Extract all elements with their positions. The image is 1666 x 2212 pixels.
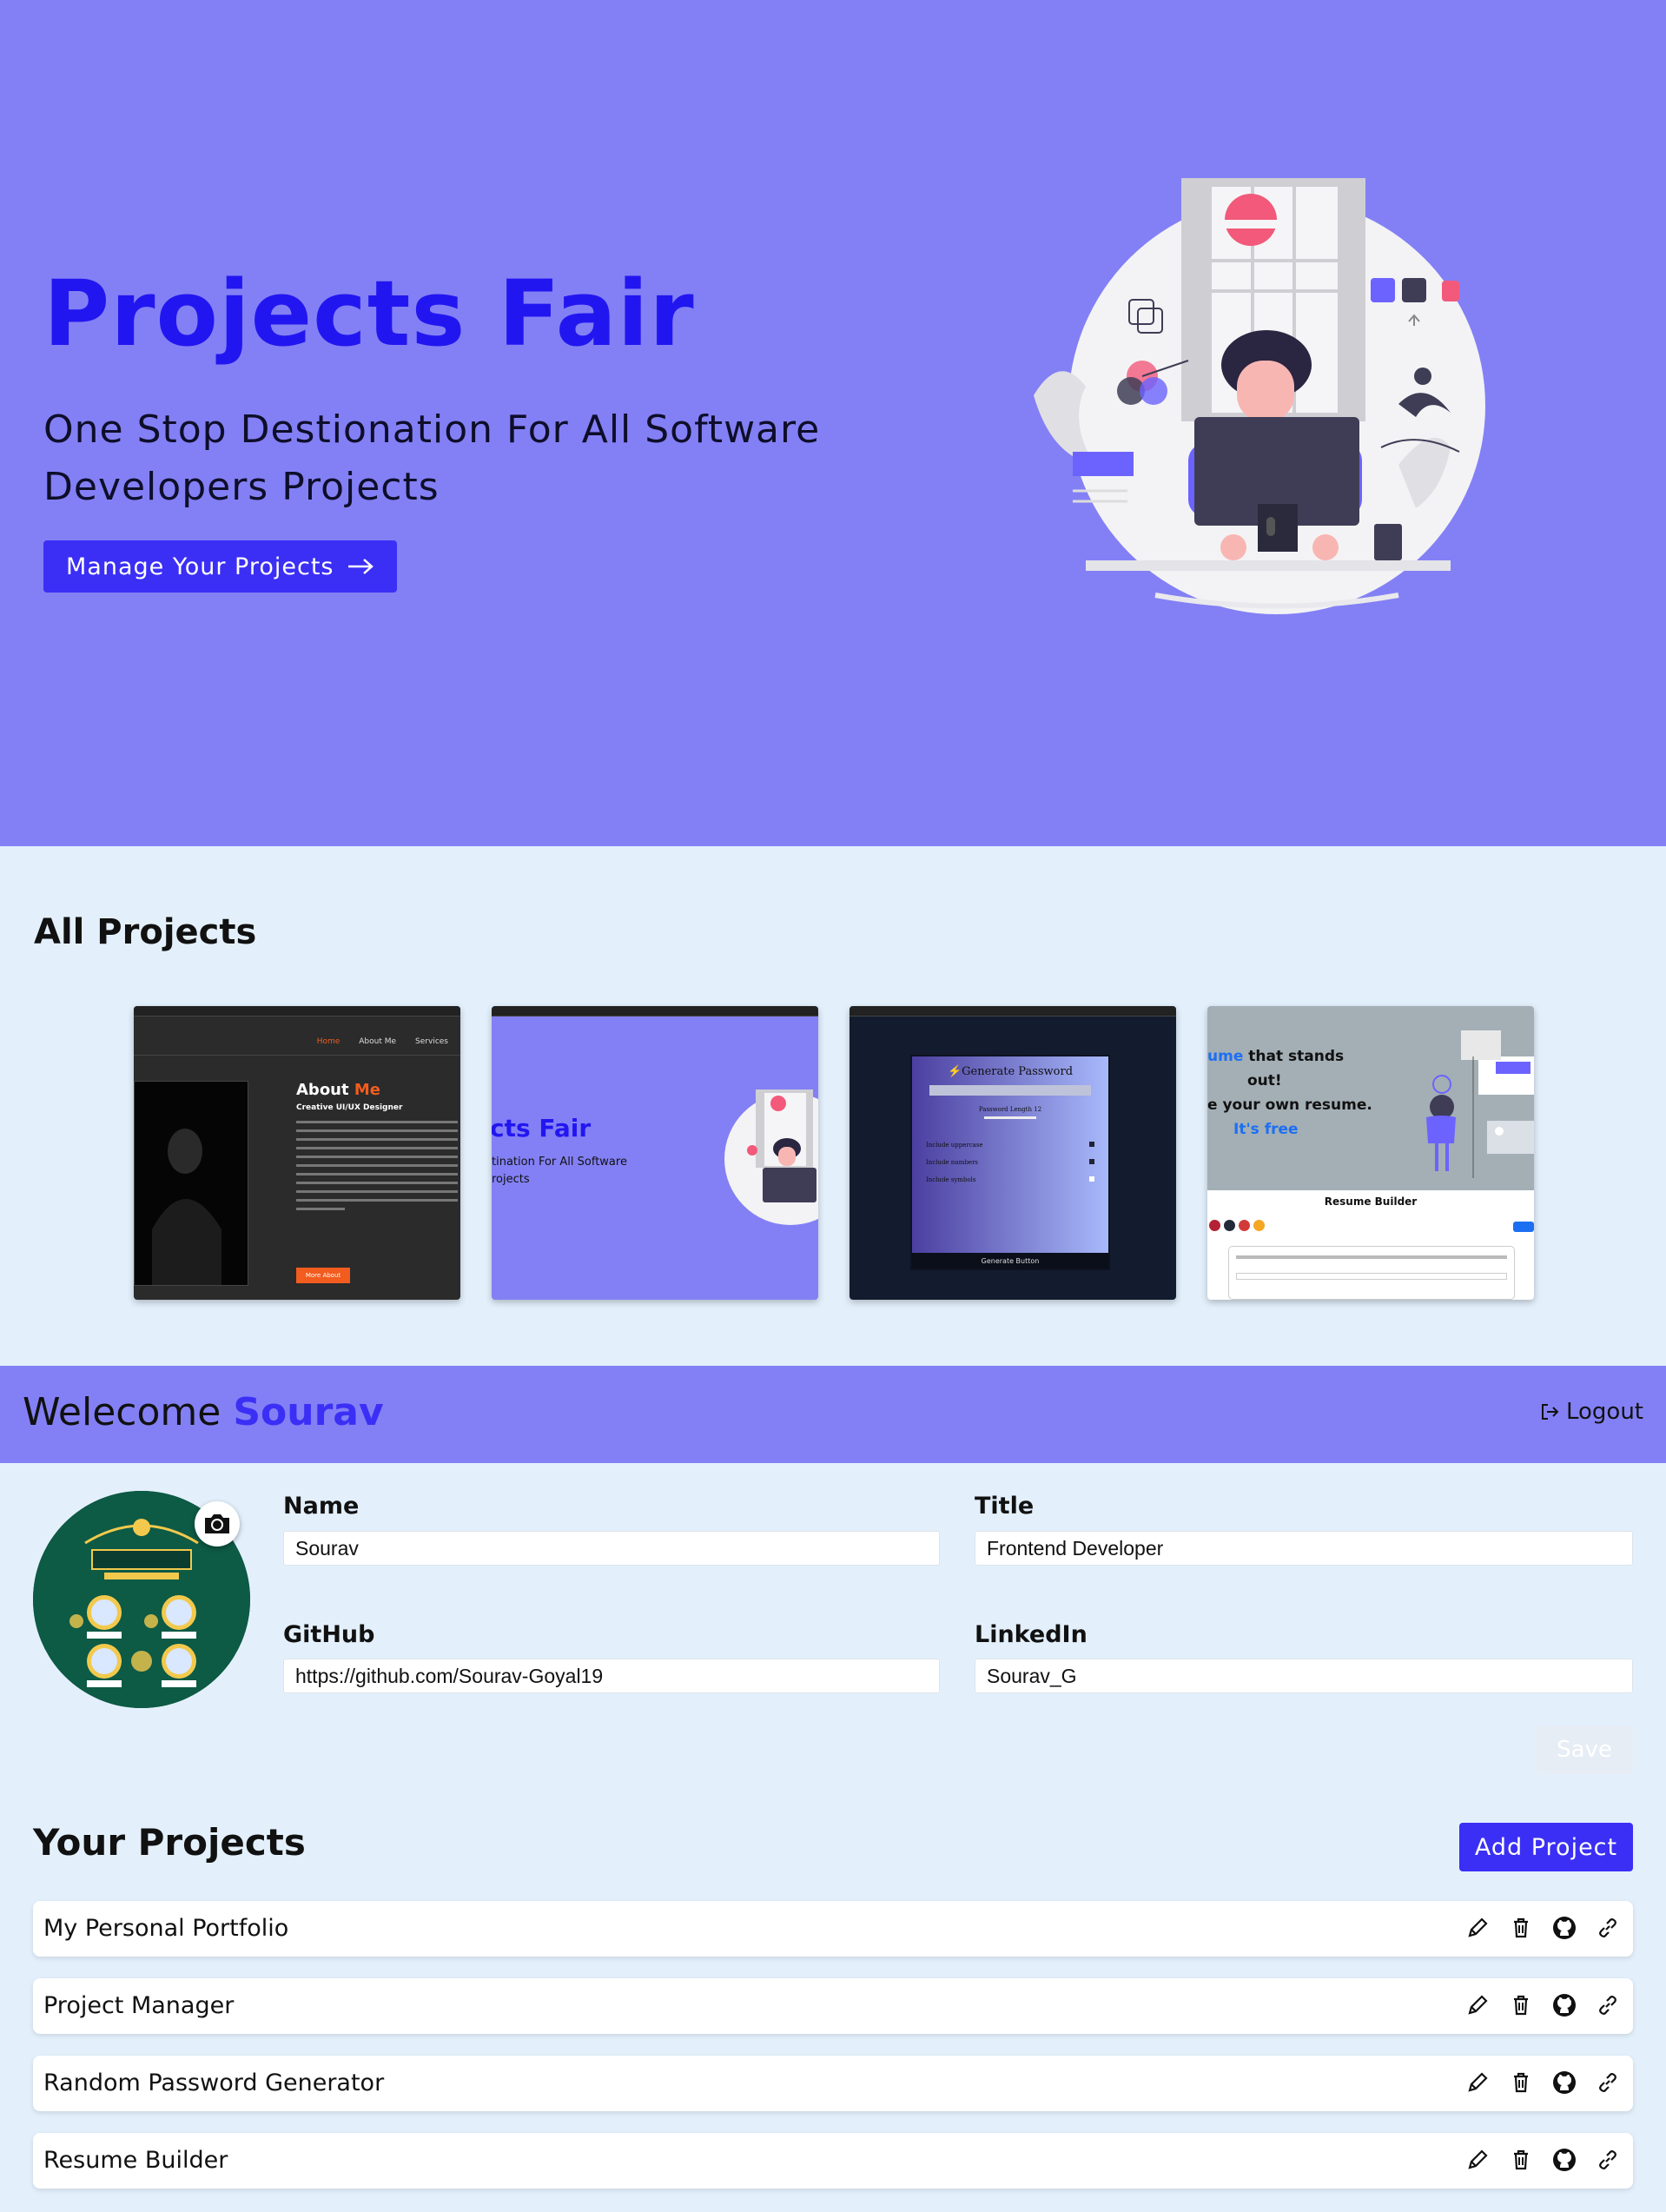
github-icon[interactable]	[1551, 1915, 1577, 1941]
thumb-options: Include uppercase Include numbers Includ…	[926, 1142, 1094, 1183]
edit-pencil-icon[interactable]	[1464, 1992, 1491, 2018]
github-icon[interactable]	[1551, 2147, 1577, 2173]
thumb-nav: Home About Me Services	[317, 1037, 448, 1046]
thumb-fair-title: cts Fair	[492, 1114, 592, 1142]
thumb-nav-item: Home	[316, 1037, 340, 1046]
thumb-fair-subtitle-2: rojects	[492, 1173, 530, 1186]
edit-pencil-icon[interactable]	[1464, 2070, 1491, 2096]
thumb-resume-accent: ume	[1207, 1048, 1244, 1065]
linkedin-label: LinkedIn	[975, 1621, 1088, 1648]
link-icon[interactable]	[1595, 1915, 1621, 1941]
thumb-resume-line4: It's free	[1233, 1121, 1299, 1138]
project-card-resume-builder[interactable]: ume that stands out! e your own resume. …	[1207, 1006, 1534, 1300]
github-icon[interactable]	[1551, 2070, 1577, 2096]
project-name: Project Manager	[43, 1992, 235, 2019]
project-card-portfolio[interactable]: Home About Me Services About Me Creative…	[134, 1006, 460, 1300]
thumb-resume-text: that stands	[1243, 1048, 1345, 1065]
change-photo-button[interactable]	[195, 1501, 240, 1546]
thumb-color-swatches	[1209, 1220, 1265, 1231]
thumb-about-text: About	[296, 1081, 349, 1099]
add-project-button[interactable]: Add Project	[1459, 1823, 1633, 1871]
project-actions	[1464, 2147, 1621, 2173]
hero-subtitle: One Stop Destionation For All Software D…	[43, 407, 821, 509]
hero-section: Projects Fair One Stop Destionation For …	[0, 0, 1666, 846]
thumb-about-heading: About Me	[296, 1081, 380, 1099]
link-icon[interactable]	[1595, 2147, 1621, 2173]
thumb-resume-section-title: Resume Builder	[1324, 1195, 1418, 1208]
project-row: Resume Builder	[33, 2133, 1633, 2189]
thumb-about-paragraph	[296, 1121, 458, 1210]
thumb-fair-subtitle: tination For All Software	[492, 1156, 627, 1169]
browser-bar	[850, 1006, 1176, 1017]
thumb-more-about-button: More About	[296, 1268, 350, 1283]
delete-trash-icon[interactable]	[1508, 1915, 1534, 1941]
project-name: Random Password Generator	[43, 2070, 385, 2096]
thumb-about-subheading: Creative UI/UX Designer	[296, 1103, 403, 1112]
thumb-option-label: Include uppercase	[926, 1142, 983, 1149]
manage-projects-button[interactable]: Manage Your Projects	[43, 540, 397, 593]
thumb-password-output	[929, 1085, 1091, 1096]
github-input[interactable]	[283, 1659, 940, 1693]
project-card-projects-fair[interactable]: cts Fair tination For All Software rojec…	[492, 1006, 818, 1300]
your-projects-heading: Your Projects	[33, 1821, 306, 1864]
project-card-password-generator[interactable]: ⚡Generate Password Password Length 12 In…	[850, 1006, 1176, 1300]
thumb-option-label: Include symbols	[926, 1176, 976, 1183]
delete-trash-icon[interactable]	[1508, 2070, 1534, 2096]
welcome-greeting: Welecome	[23, 1390, 221, 1434]
title-input[interactable]	[975, 1531, 1633, 1566]
project-row: Random Password Generator	[33, 2056, 1633, 2111]
welcome-user-name: Sourav	[233, 1390, 384, 1434]
thumb-fair-illustration	[724, 1089, 818, 1225]
hero-title: Projects Fair	[43, 261, 695, 367]
manage-projects-label: Manage Your Projects	[66, 553, 334, 580]
edit-pencil-icon[interactable]	[1464, 1915, 1491, 1941]
thumb-generator-heading: ⚡Generate Password	[947, 1065, 1074, 1078]
github-label: GitHub	[283, 1621, 375, 1648]
browser-bar	[134, 1006, 460, 1017]
thumb-length-label: Password Length 12	[978, 1106, 1042, 1113]
project-name: My Personal Portfolio	[43, 1915, 289, 1942]
save-button[interactable]: Save	[1536, 1725, 1633, 1774]
thumb-resume-line2: out!	[1247, 1072, 1282, 1089]
project-row: My Personal Portfolio	[33, 1901, 1633, 1957]
thumb-resume-line3: e your own resume.	[1207, 1096, 1372, 1114]
logout-button[interactable]: Logout	[1540, 1399, 1643, 1425]
name-label: Name	[283, 1493, 360, 1520]
thumb-about-accent: Me	[354, 1081, 381, 1099]
logout-icon	[1541, 1404, 1559, 1420]
thumb-nav-item: About Me	[359, 1037, 397, 1046]
delete-trash-icon[interactable]	[1508, 2147, 1534, 2173]
project-row: Project Manager	[33, 1978, 1633, 2034]
title-label: Title	[975, 1493, 1035, 1520]
thumb-option-label: Include numbers	[926, 1159, 979, 1166]
github-icon[interactable]	[1551, 1992, 1577, 2018]
project-actions	[1464, 2070, 1621, 2096]
thumb-resume-line1: ume that stands	[1207, 1048, 1344, 1065]
linkedin-input[interactable]	[975, 1659, 1633, 1693]
arrow-right-icon	[347, 559, 374, 574]
delete-trash-icon[interactable]	[1508, 1992, 1534, 2018]
hooded-figure-image	[134, 1081, 248, 1286]
camera-icon	[205, 1514, 229, 1533]
link-icon[interactable]	[1595, 1992, 1621, 2018]
name-input[interactable]	[283, 1531, 940, 1566]
logout-label: Logout	[1565, 1399, 1643, 1425]
thumb-resume-form	[1228, 1246, 1515, 1300]
thumb-generate-button: Generate Button	[912, 1253, 1108, 1268]
browser-bar	[492, 1006, 818, 1017]
welcome-heading: Welecome Sourav	[23, 1390, 384, 1434]
project-actions	[1464, 1992, 1621, 2018]
link-icon[interactable]	[1595, 2070, 1621, 2096]
project-name: Resume Builder	[43, 2147, 228, 2174]
thumb-generator-panel: ⚡Generate Password Password Length 12 In…	[910, 1055, 1110, 1270]
thumb-resume-illustration	[1426, 1030, 1534, 1178]
thumb-nav-item: Services	[415, 1037, 448, 1046]
welcome-bar: Welecome Sourav Logout	[0, 1366, 1666, 1463]
developer-illustration	[1034, 178, 1485, 614]
edit-pencil-icon[interactable]	[1464, 2147, 1491, 2173]
all-projects-heading: All Projects	[34, 912, 257, 952]
project-actions	[1464, 1915, 1621, 1941]
